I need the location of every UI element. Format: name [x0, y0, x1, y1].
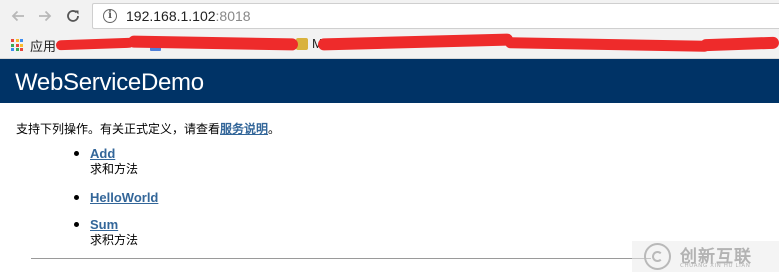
watermark: 创新互联 CHUANG XIN HU LIAN	[632, 241, 779, 272]
bookmark-apps[interactable]: 应用	[30, 36, 56, 55]
bullet-icon	[74, 151, 79, 156]
address-bar[interactable]: i 192.168.1.102:8018	[92, 3, 779, 29]
redaction-mark	[317, 33, 514, 51]
operation-link-add[interactable]: Add	[90, 146, 158, 162]
intro-text: 支持下列操作。有关正式定义，请查看服务说明。	[16, 120, 280, 137]
watermark-subtext: CHUANG XIN HU LIAN	[680, 263, 751, 269]
operation-description: 求积方法	[90, 233, 139, 247]
intro-suffix: 。	[268, 122, 281, 136]
redaction-mark	[699, 36, 779, 52]
page-header: WebServiceDemo	[0, 59, 779, 103]
apps-grid-icon[interactable]	[11, 39, 23, 51]
operation-link-sum[interactable]: Sum	[90, 217, 158, 233]
forward-arrow-icon[interactable]	[35, 6, 55, 26]
redaction-mark	[504, 37, 711, 52]
bookmarks-bar: 应用 M	[0, 33, 779, 57]
operation-item-helloworld: HelloWorld	[74, 190, 158, 217]
redaction-mark	[55, 37, 135, 51]
service-description-link[interactable]: 服务说明	[220, 122, 268, 136]
bullet-icon	[74, 195, 79, 200]
operation-item-add: Add 求和方法	[74, 146, 158, 190]
intro-body: 支持下列操作。有关正式定义，请查看	[16, 122, 221, 136]
browser-chrome: i 192.168.1.102:8018 应用 M	[0, 0, 779, 59]
back-arrow-icon[interactable]	[8, 6, 28, 26]
bullet-icon	[74, 222, 79, 227]
info-icon[interactable]: i	[103, 9, 117, 23]
url-port: :8018	[215, 8, 251, 24]
operation-item-sum: Sum 求积方法	[74, 217, 158, 248]
browser-toolbar: i 192.168.1.102:8018	[0, 0, 779, 33]
reload-icon[interactable]	[63, 6, 83, 26]
url-text[interactable]: 192.168.1.102:8018	[126, 8, 251, 24]
watermark-logo-icon	[644, 243, 671, 270]
divider	[31, 258, 651, 259]
url-host: 192.168.1.102	[126, 8, 216, 24]
operations-list: Add 求和方法 HelloWorld Sum 求积方法	[74, 146, 158, 248]
page-title: WebServiceDemo	[15, 69, 204, 96]
operation-link-helloworld[interactable]: HelloWorld	[90, 190, 158, 206]
operation-description: 求和方法	[90, 162, 139, 176]
